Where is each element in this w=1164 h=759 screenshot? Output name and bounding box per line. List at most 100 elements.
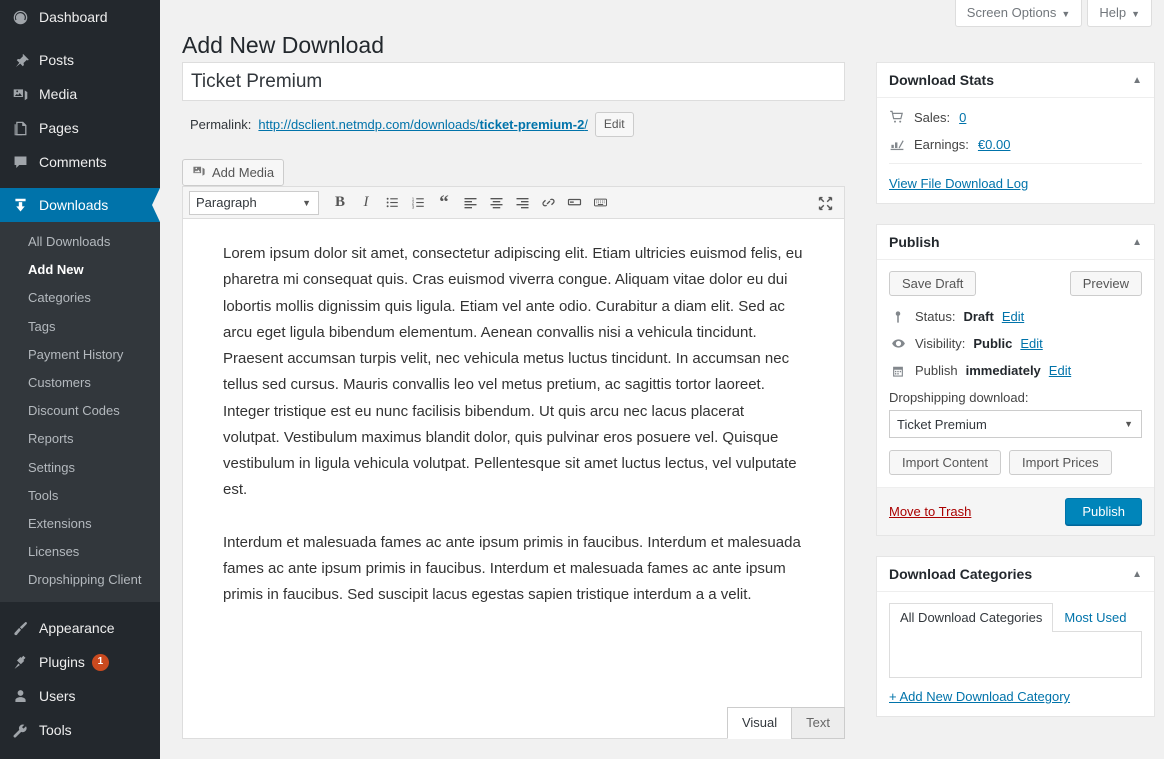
permalink-slug: ticket-premium-2 (479, 117, 585, 133)
earnings-row: Earnings: €0.00 (889, 136, 1142, 152)
main-content-area: Screen Options ▼ Help ▼ Add New Download P… (160, 0, 1164, 759)
submenu-item-add-new[interactable]: Add New (0, 256, 160, 284)
sales-value-link[interactable]: 0 (959, 110, 966, 125)
status-edit-link[interactable]: Edit (1002, 309, 1024, 324)
pages-icon (10, 118, 30, 138)
bulleted-list-icon[interactable] (380, 191, 404, 215)
submenu-item-dropshipping-client[interactable]: Dropshipping Client (0, 566, 160, 594)
publish-button[interactable]: Publish (1065, 498, 1142, 525)
submenu-item-settings[interactable]: Settings (0, 454, 160, 482)
add-new-download-category-link[interactable]: + Add New Download Category (889, 689, 1070, 704)
bold-icon[interactable]: B (328, 191, 352, 215)
permalink-label: Permalink: (190, 117, 252, 133)
add-media-label: Add Media (212, 165, 275, 181)
category-checklist[interactable] (889, 632, 1142, 678)
publish-header: Publish ▲ (877, 225, 1154, 260)
visibility-row: Visibility: Public Edit (889, 336, 1142, 351)
schedule-edit-link[interactable]: Edit (1049, 363, 1071, 378)
add-media-button[interactable]: Add Media (182, 159, 285, 187)
edit-permalink-button[interactable]: Edit (594, 112, 634, 138)
chart-icon (889, 136, 905, 152)
sidebar-item-media[interactable]: Media (0, 77, 160, 111)
sidebar-item-label: Users (39, 688, 76, 705)
sidebar-item-label: Downloads (39, 197, 109, 213)
media-icon (10, 84, 30, 104)
tab-text[interactable]: Text (791, 706, 845, 740)
paragraph-format-select[interactable]: Paragraph (189, 190, 319, 215)
chevron-up-icon[interactable]: ▲ (1132, 569, 1142, 580)
submenu-item-tags[interactable]: Tags (0, 313, 160, 341)
link-icon[interactable] (536, 191, 560, 215)
align-right-icon[interactable] (510, 191, 534, 215)
tab-all-download-categories[interactable]: All Download Categories (889, 603, 1054, 632)
chevron-up-icon[interactable]: ▲ (1132, 75, 1142, 86)
screen-meta-bar: Screen Options ▼ Help ▼ (950, 0, 1152, 27)
dashboard-icon (10, 7, 30, 27)
tab-visual[interactable]: Visual (726, 706, 793, 740)
status-label: Status: (915, 309, 956, 324)
numbered-list-icon[interactable]: 123 (406, 191, 430, 215)
wrench-icon (10, 720, 30, 740)
submenu-item-categories[interactable]: Categories (0, 284, 160, 312)
submenu-item-payment-history[interactable]: Payment History (0, 341, 160, 369)
plugins-update-badge: 1 (91, 653, 109, 671)
submenu-item-tools[interactable]: Tools (0, 482, 160, 510)
metabox-column: Download Stats ▲ Sales: 0 Earnings: €0.0… (876, 62, 1155, 737)
page-title: Add New Download (182, 32, 385, 59)
permalink-link[interactable]: http://dsclient.netmdp.com/downloads/tic… (258, 117, 588, 132)
read-more-icon[interactable] (562, 191, 586, 215)
earnings-value-link[interactable]: €0.00 (978, 137, 1011, 152)
post-title-input[interactable] (182, 62, 845, 101)
category-tabs: All Download Categories Most Used (889, 603, 1142, 632)
submenu-item-extensions[interactable]: Extensions (0, 510, 160, 538)
align-center-icon[interactable] (484, 191, 508, 215)
sidebar-item-label: Plugins (39, 654, 85, 671)
sidebar-item-posts[interactable]: Posts (0, 43, 160, 77)
submenu-item-customers[interactable]: Customers (0, 369, 160, 397)
submenu-item-all-downloads[interactable]: All Downloads (0, 228, 160, 256)
italic-icon[interactable]: I (354, 191, 378, 215)
tab-most-used[interactable]: Most Used (1053, 603, 1137, 632)
move-to-trash-link[interactable]: Move to Trash (889, 504, 971, 519)
save-draft-button[interactable]: Save Draft (889, 271, 977, 296)
sidebar-item-downloads[interactable]: Downloads (0, 188, 160, 222)
eye-icon (889, 336, 907, 351)
import-prices-button[interactable]: Import Prices (1009, 450, 1112, 475)
sidebar-item-users[interactable]: Users (0, 679, 160, 713)
align-left-icon[interactable] (458, 191, 482, 215)
sidebar-item-appearance[interactable]: Appearance (0, 611, 160, 645)
cart-icon (889, 109, 905, 125)
visibility-edit-link[interactable]: Edit (1020, 336, 1042, 351)
preview-button[interactable]: Preview (1069, 271, 1142, 296)
import-content-button[interactable]: Import Content (889, 450, 1001, 475)
sidebar-item-plugins[interactable]: Plugins 1 (0, 645, 160, 679)
editor-content-area[interactable]: Lorem ipsum dolor sit amet, consectetur … (182, 219, 845, 740)
submenu-item-reports[interactable]: Reports (0, 425, 160, 453)
sidebar-item-label: Appearance (39, 620, 115, 637)
view-download-log-link[interactable]: View File Download Log (889, 176, 1028, 191)
sidebar-item-pages[interactable]: Pages (0, 111, 160, 145)
blockquote-icon[interactable]: “ (432, 191, 456, 215)
chevron-up-icon[interactable]: ▲ (1132, 237, 1142, 248)
user-icon (10, 686, 30, 706)
dropshipping-download-select[interactable]: Ticket Premium (889, 410, 1142, 438)
sales-label: Sales: (914, 109, 951, 125)
permalink-suffix: / (584, 117, 588, 133)
sidebar-item-comments[interactable]: Comments (0, 145, 160, 179)
screen-options-label: Screen Options (966, 5, 1057, 20)
chevron-down-icon: ▼ (1131, 9, 1140, 19)
screen-options-button[interactable]: Screen Options ▼ (954, 0, 1083, 27)
download-categories-header: Download Categories ▲ (877, 557, 1154, 592)
help-label: Help (1099, 5, 1127, 20)
fullscreen-icon[interactable] (817, 195, 834, 215)
publish-footer: Move to Trash Publish (877, 487, 1154, 535)
sidebar-item-tools[interactable]: Tools (0, 713, 160, 747)
toolbar-toggle-icon[interactable] (588, 191, 612, 215)
download-categories-title: Download Categories (889, 566, 1033, 582)
submenu-item-discount-codes[interactable]: Discount Codes (0, 397, 160, 425)
help-button[interactable]: Help ▼ (1087, 0, 1152, 27)
brush-icon (10, 618, 30, 638)
sidebar-item-dashboard[interactable]: Dashboard (0, 0, 160, 34)
sidebar-divider (0, 179, 160, 188)
submenu-item-licenses[interactable]: Licenses (0, 538, 160, 566)
